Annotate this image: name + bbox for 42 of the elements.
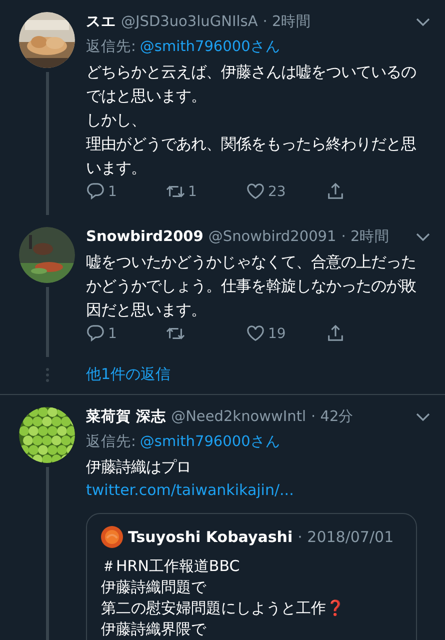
user-name: Tsuyoshi Kobayashi	[128, 528, 293, 546]
reply-to-label: 返信先:	[86, 433, 136, 451]
reply-icon	[86, 324, 105, 343]
quoted-text: 第二の慰安婦問題にしようと工作❓	[101, 598, 346, 619]
tweet-text: 伊藤詩織はプロ	[86, 457, 192, 478]
more-replies-link[interactable]: 他1件の返信	[86, 365, 171, 384]
action-count: 1	[108, 184, 117, 200]
post-time: · 2時間	[341, 228, 390, 246]
tweet-text: しかし、	[86, 110, 147, 131]
quoted-tweet-card[interactable]: Tsuyoshi Kobayashi · 2018/07/01 ＃HRN工作報道BBC 伊藤詩織問題で 第二の慰安婦問題にしようと工作❓ 伊藤詩織界隈で	[86, 513, 417, 640]
user-handle: @Need2knowwIntl	[171, 409, 306, 425]
heart-icon	[246, 182, 265, 201]
action-count: 23	[268, 184, 286, 200]
user-handle: @JSD3uo3luGNIlsA	[121, 14, 258, 30]
tweet-text: 理由がどうであれ、関係をもったら終わりだと思います。	[86, 134, 417, 179]
user-name: スエ	[86, 13, 116, 31]
tweet-link[interactable]: twitter.com/taiwankikajin/...	[86, 481, 417, 499]
post-time: · 2018/07/01	[298, 528, 394, 546]
reply-to-link[interactable]: @smith796000さん	[140, 37, 280, 56]
more-dots-icon	[46, 368, 48, 382]
quoted-text: ＃HRN工作報道BBC	[101, 556, 241, 577]
heart-icon	[246, 324, 265, 343]
share-icon	[326, 182, 345, 201]
action-count: 1	[188, 184, 197, 200]
action-count: 1	[108, 326, 117, 342]
reply-to-link[interactable]: @smith796000さん	[140, 432, 280, 451]
chevron-down-icon[interactable]	[415, 232, 431, 242]
chevron-down-icon[interactable]	[415, 16, 431, 26]
tweet-text: どちらかと云えば、伊藤さんは嘘をついているのではと思います。	[86, 62, 417, 107]
share-icon	[326, 324, 345, 343]
tweet-text: 嘘をついたかどうかじゃなくて、合意の上だったかどうかでしょう。仕事を斡旋しなかったのが敗因だと思います。	[86, 252, 417, 321]
quoted-text: 伊藤詩織界隈で	[101, 619, 208, 640]
user-name: Snowbird2009	[86, 229, 204, 245]
post-time: · 42分	[311, 408, 354, 426]
action-count: 19	[268, 326, 286, 342]
user-handle: @Snowbird20091	[208, 229, 336, 245]
post-time: · 2時間	[262, 13, 312, 31]
reply-icon	[86, 182, 105, 201]
user-name: 菜荷賀 深志	[86, 408, 166, 426]
quoted-text: 伊藤詩織問題で	[101, 577, 208, 598]
chevron-down-icon[interactable]	[415, 412, 431, 422]
reply-to-label: 返信先:	[86, 38, 136, 56]
